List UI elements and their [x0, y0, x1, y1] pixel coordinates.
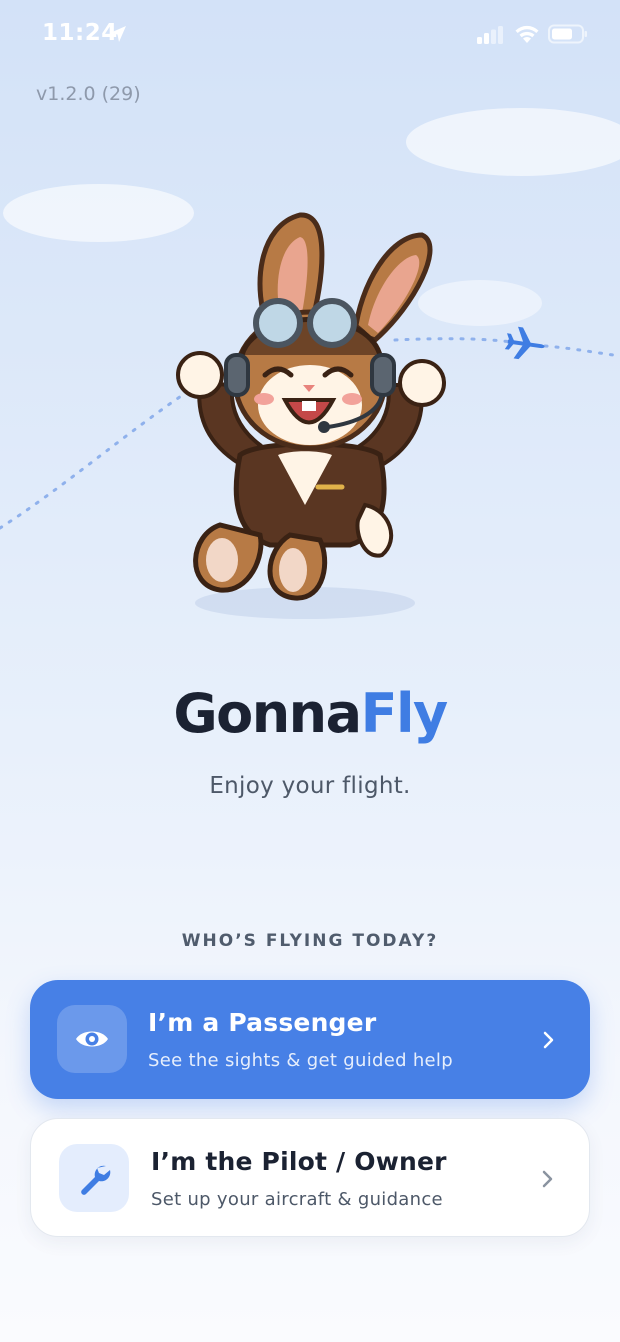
pilot-role-subtitle: Set up your aircraft & guidance — [151, 1189, 443, 1210]
section-heading: WHO’S FLYING TODAY? — [181, 931, 439, 951]
cloud-decoration — [406, 108, 620, 176]
wifi-icon — [515, 25, 539, 43]
passenger-role-subtitle: See the sights & get guided help — [148, 1050, 453, 1071]
chevron-right-icon — [542, 1170, 553, 1188]
chevron-right-icon — [543, 1031, 554, 1049]
brand-fly: Fly — [360, 682, 449, 745]
brand-gonna: Gonna — [173, 682, 362, 745]
rabbit-pilot-mascot — [176, 212, 446, 619]
eye-icon — [76, 1031, 108, 1047]
cellular-signal-icon — [477, 26, 503, 44]
passenger-role-title: I’m a Passenger — [148, 1008, 377, 1037]
app-logo-wordmark: GonnaFly — [0, 682, 620, 745]
rabbit-ear-right — [352, 232, 433, 343]
location-arrow-icon — [110, 26, 126, 42]
pilot-owner-role-button[interactable]: I’m the Pilot / Owner Set up your aircra… — [30, 1118, 590, 1237]
airplane-icon — [504, 326, 545, 360]
status-time: 11:24 — [42, 20, 118, 46]
pilot-icon-container — [59, 1144, 129, 1212]
wrench-icon — [81, 1165, 111, 1195]
app-version: v1.2.0 (29) — [36, 83, 141, 105]
battery-icon — [548, 24, 587, 44]
passenger-icon-container — [57, 1005, 127, 1073]
pilot-role-title: I’m the Pilot / Owner — [151, 1147, 447, 1176]
status-bar: 11:24 — [0, 0, 620, 68]
tagline: Enjoy your flight. — [209, 773, 411, 799]
passenger-role-button[interactable]: I’m a Passenger See the sights & get gui… — [30, 980, 590, 1099]
